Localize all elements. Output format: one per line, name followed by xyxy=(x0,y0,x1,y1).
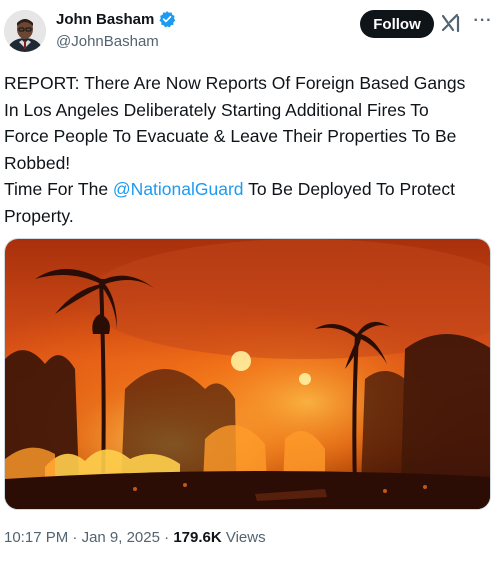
wildfire-photo-icon xyxy=(5,239,490,509)
tweet-header: John Basham @JohnBasham Follow ··· xyxy=(0,0,500,64)
grok-icon[interactable] xyxy=(441,12,461,34)
author-name-row: John Basham xyxy=(56,10,176,28)
tweet-date[interactable]: Jan 9, 2025 xyxy=(82,529,160,546)
more-icon[interactable]: ··· xyxy=(471,12,495,34)
views-count: 179.6K xyxy=(173,529,222,546)
profile-photo-icon xyxy=(4,10,46,52)
meta-separator: · xyxy=(68,529,82,546)
tweet-text: REPORT: There Are Now Reports Of Foreign… xyxy=(4,70,496,229)
mention-link[interactable]: @NationalGuard xyxy=(113,179,244,199)
author-display-name[interactable]: John Basham xyxy=(56,11,154,28)
avatar[interactable] xyxy=(4,10,46,52)
author-handle[interactable]: @JohnBasham xyxy=(56,33,159,50)
tweet-time[interactable]: 10:17 PM xyxy=(4,529,68,546)
meta-separator: · xyxy=(159,529,174,546)
tweet-media[interactable] xyxy=(4,238,491,510)
follow-button[interactable]: Follow xyxy=(360,10,434,38)
tweet-meta: 10:17 PM · Jan 9, 2025 · 179.6K Views xyxy=(4,529,266,546)
views-label: Views xyxy=(221,529,266,546)
verified-badge-icon[interactable] xyxy=(158,10,176,28)
